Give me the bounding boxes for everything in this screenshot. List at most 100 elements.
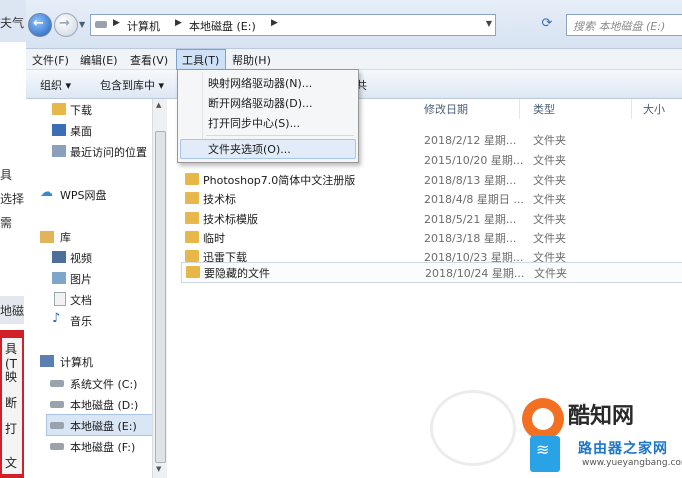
search-placeholder: 搜索 本地磁盘 (E:) — [573, 20, 666, 33]
file-name: 技术标模版 — [203, 213, 258, 226]
refresh-icon[interactable]: ⟳ — [536, 14, 558, 34]
file-name: 临时 — [203, 232, 225, 245]
nav-item-drive-f[interactable]: 本地磁盘 (F:) — [70, 439, 135, 455]
menu-edit[interactable]: 编辑(E) — [80, 52, 118, 68]
file-date: 2018/5/21 星期... — [424, 213, 517, 226]
forward-button[interactable] — [54, 13, 78, 37]
watermark-url: www.yueyangbang.com — [582, 458, 682, 468]
file-type: 文件夹 — [534, 267, 567, 280]
column-header-type[interactable]: 类型 — [533, 101, 555, 117]
music-icon: ♪ — [52, 311, 61, 326]
nav-item-recent[interactable]: 最近访问的位置 — [70, 144, 147, 160]
folder-icon — [185, 212, 199, 224]
bg-fragment: 文 — [5, 456, 18, 470]
address-bar[interactable]: ▶ 计算机 ▶ 本地磁盘 (E:) ▶ ▼ — [90, 14, 496, 36]
bg-fragment: 地磁 — [0, 304, 24, 318]
cloud-icon: ☁ — [40, 185, 53, 200]
breadcrumb-computer[interactable]: 计算机 — [127, 18, 160, 34]
scroll-up-icon[interactable]: ▲ — [156, 101, 161, 109]
file-type: 文件夹 — [533, 154, 566, 167]
desktop-icon — [52, 124, 66, 136]
table-row[interactable]: 技术标 2018/4/8 星期日 ... 文件夹 — [181, 189, 681, 208]
file-name: Photoshop7.0简体中文注册版 — [203, 174, 356, 187]
folder-icon — [185, 250, 199, 262]
bg-fragment: 选择 — [0, 192, 24, 206]
menu-item-open-sync-center[interactable]: 打开同步中心(S)... — [208, 115, 300, 131]
back-button[interactable] — [28, 13, 52, 37]
menu-help[interactable]: 帮助(H) — [232, 52, 271, 68]
nav-item-library[interactable]: 库 — [60, 229, 71, 245]
menu-tools[interactable]: 工具(T) — [182, 52, 219, 68]
column-header-size[interactable]: 大小 — [643, 101, 665, 117]
file-date: 2018/2/12 星期... — [424, 134, 517, 147]
file-date: 2018/4/8 星期日 ... — [424, 193, 524, 206]
include-in-library-button[interactable]: 包含到库中 ▾ — [100, 77, 164, 93]
menu-file[interactable]: 文件(F) — [32, 52, 69, 68]
recent-pages-dropdown-icon[interactable]: ▼ — [79, 20, 85, 29]
drive-icon — [50, 380, 64, 387]
watermark-brand: 酷知网 — [568, 404, 635, 429]
folder-icon — [185, 231, 199, 243]
file-date: 2018/8/13 星期... — [424, 174, 517, 187]
watermark-brand-2: 路由器之家网 — [578, 441, 668, 457]
folder-icon — [186, 266, 200, 278]
nav-item-music[interactable]: 音乐 — [70, 313, 92, 329]
nav-item-drive-c[interactable]: 系统文件 (C:) — [70, 376, 137, 392]
organize-button[interactable]: 组织 ▾ — [40, 77, 71, 93]
column-header-date[interactable]: 修改日期 — [424, 101, 468, 117]
nav-item-downloads[interactable]: 下载 — [70, 102, 92, 118]
nav-item-pictures[interactable]: 图片 — [70, 271, 92, 287]
documents-icon — [54, 292, 66, 306]
scroll-down-icon[interactable]: ▼ — [156, 465, 161, 473]
bg-fragment: 夫气 — [0, 16, 24, 30]
breadcrumb-separator-icon[interactable]: ▶ — [175, 18, 182, 28]
nav-item-documents[interactable]: 文档 — [70, 292, 92, 308]
nav-scrollbar[interactable]: ▲ ▼ — [152, 99, 167, 478]
background-window: 夫气 具 选择 需 地磁 具(T 映 断 打 文 — [0, 0, 27, 478]
nav-item-drive-e[interactable]: 本地磁盘 (E:) — [70, 418, 137, 434]
menu-bar: 文件(F) 编辑(E) 查看(V) 工具(T) 帮助(H) — [26, 49, 682, 70]
breadcrumb-separator-icon[interactable]: ▶ — [271, 18, 278, 28]
watermark-ghost — [430, 390, 516, 466]
file-date: 2018/10/24 星期... — [425, 267, 525, 280]
scrollbar-thumb[interactable] — [155, 131, 166, 463]
wifi-icon: ≋ — [536, 440, 550, 459]
search-input[interactable]: 搜索 本地磁盘 (E:) — [566, 14, 682, 36]
nav-item-videos[interactable]: 视频 — [70, 250, 92, 266]
menu-view[interactable]: 查看(V) — [130, 52, 168, 68]
table-row[interactable]: Photoshop7.0简体中文注册版 2018/8/13 星期... 文件夹 — [181, 170, 681, 189]
table-row[interactable]: 技术标模版 2018/5/21 星期... 文件夹 — [181, 209, 681, 228]
bg-fragment: 具(T — [5, 342, 18, 371]
nav-item-wps[interactable]: WPS网盘 — [60, 187, 107, 203]
breadcrumb-separator-icon[interactable]: ▶ — [113, 18, 120, 28]
menu-item-folder-options[interactable]: 文件夹选项(O)... — [208, 141, 291, 157]
table-row[interactable]: 临时 2018/3/18 星期... 文件夹 — [181, 228, 681, 247]
table-row-selected[interactable]: 要隐藏的文件 2018/10/24 星期... 文件夹 — [181, 262, 682, 283]
drive-icon — [50, 443, 64, 450]
drive-icon — [50, 401, 64, 408]
address-dropdown-icon[interactable]: ▼ — [486, 19, 492, 28]
watermark-logo-icon — [522, 398, 564, 440]
menu-separator — [206, 135, 354, 136]
nav-item-desktop[interactable]: 桌面 — [70, 123, 92, 139]
pictures-icon — [52, 272, 66, 284]
file-name: 要隐藏的文件 — [204, 267, 270, 280]
file-date: 2015/10/20 星期... — [424, 154, 524, 167]
computer-icon — [40, 355, 54, 367]
breadcrumb-drive-e[interactable]: 本地磁盘 (E:) — [189, 18, 256, 34]
menu-item-map-network-drive[interactable]: 映射网络驱动器(N)... — [208, 75, 312, 91]
menu-item-disconnect-network-drive[interactable]: 断开网络驱动器(D)... — [208, 95, 313, 111]
bg-fragment: 具 — [0, 168, 13, 182]
video-icon — [52, 251, 66, 263]
folder-icon — [185, 173, 199, 185]
file-date: 2018/3/18 星期... — [424, 232, 517, 245]
recent-places-icon — [52, 145, 66, 157]
file-type: 文件夹 — [533, 134, 566, 147]
downloads-icon — [52, 103, 66, 115]
drive-icon — [50, 422, 64, 429]
nav-item-drive-d[interactable]: 本地磁盘 (D:) — [70, 397, 138, 413]
nav-item-computer[interactable]: 计算机 — [60, 354, 93, 370]
address-toolbar: ▼ ▶ 计算机 ▶ 本地磁盘 (E:) ▶ ▼ ⟳ 搜索 本地磁盘 (E:) — [26, 0, 682, 49]
file-type: 文件夹 — [533, 232, 566, 245]
file-name: 技术标 — [203, 193, 236, 206]
